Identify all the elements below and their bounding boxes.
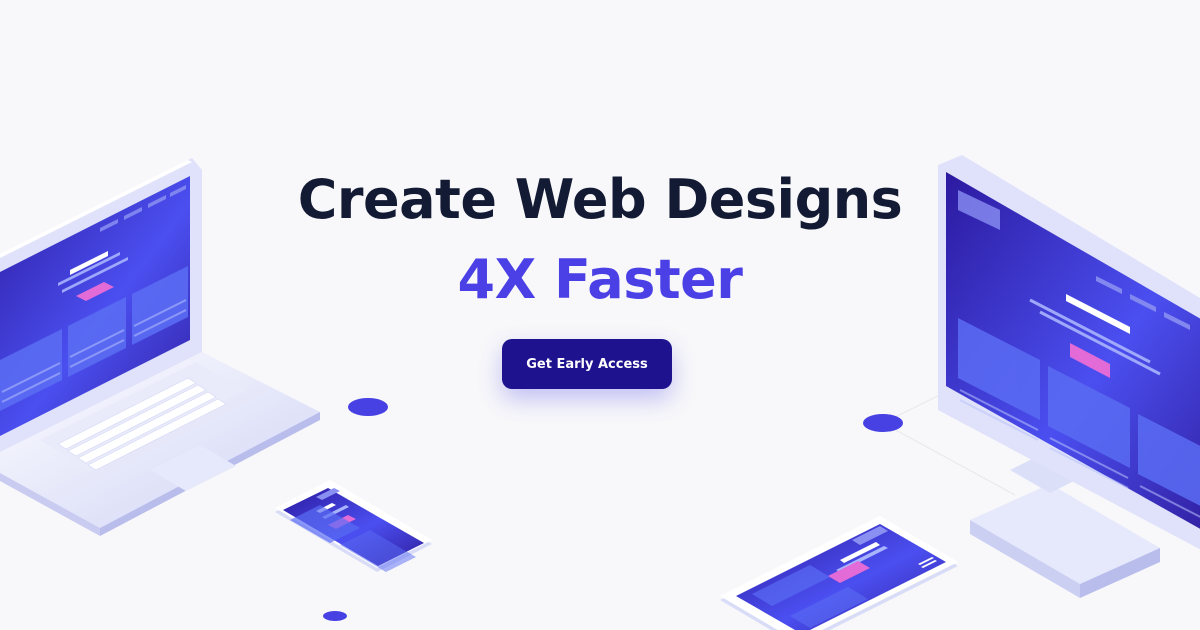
decor-dot <box>348 398 388 416</box>
decor-dot <box>863 414 903 432</box>
hero-section: Create Web Designs 4X Faster <box>0 160 1200 320</box>
phone-icon <box>275 480 432 572</box>
headline-line1: Create Web Designs <box>297 168 903 231</box>
get-early-access-button[interactable]: Get Early Access <box>502 339 672 389</box>
tablet-icon <box>720 516 958 630</box>
headline-accent: 4X Faster <box>457 248 743 311</box>
hero-headline: Create Web Designs 4X Faster <box>0 160 1200 320</box>
decor-dot <box>323 611 347 621</box>
